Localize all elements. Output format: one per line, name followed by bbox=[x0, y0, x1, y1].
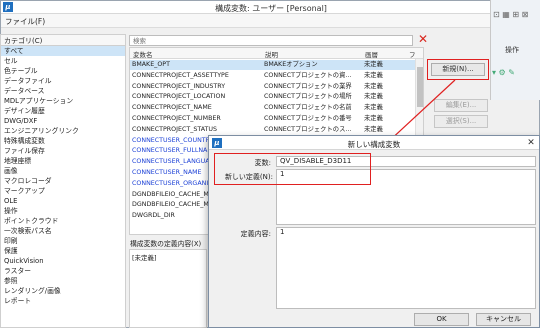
category-item[interactable]: QuickVision bbox=[1, 256, 125, 266]
category-item[interactable]: データファイル bbox=[1, 76, 125, 86]
category-item[interactable]: 地理座標 bbox=[1, 156, 125, 166]
category-item[interactable]: 画像 bbox=[1, 166, 125, 176]
background-toolbar-icon: ▾ ⚙ ✎ bbox=[492, 68, 515, 77]
cell-name: BMAKE_OPT bbox=[132, 61, 170, 68]
cell-level: 未定義 bbox=[364, 115, 383, 122]
select-button[interactable]: 選択(S)... bbox=[434, 115, 488, 128]
edit-button[interactable]: 編集(E)... bbox=[434, 99, 488, 112]
cell-level: 未定義 bbox=[364, 71, 383, 79]
category-item[interactable]: ファイル保存 bbox=[1, 146, 125, 156]
category-item[interactable]: レポート bbox=[1, 296, 125, 306]
table-row[interactable]: CONNECTPROJECT_NUMBER CONNECTプロジェクトの番号 未定義 bbox=[130, 114, 415, 124]
cancel-button[interactable]: キャンセル bbox=[476, 313, 531, 326]
search-input[interactable] bbox=[130, 36, 412, 45]
category-item[interactable]: 保護 bbox=[1, 246, 125, 256]
definition-content-value: 1 bbox=[280, 228, 285, 236]
dialog-title-bar: μ 新しい構成変数 ✕ bbox=[209, 136, 539, 150]
definition-value: [未定義] bbox=[132, 254, 157, 262]
definition-content-label: 定義内容: bbox=[240, 230, 271, 238]
cell-level: 未定義 bbox=[364, 125, 383, 133]
table-row[interactable]: CONNECTPROJECT_INDUSTRY CONNECTプロジェクトの業界 未… bbox=[130, 82, 415, 92]
title-bar: μ 構成変数: ユーザー [Personal] bbox=[1, 1, 540, 14]
category-item[interactable]: ラスター bbox=[1, 266, 125, 276]
category-item[interactable]: MDLアプリケーション bbox=[1, 96, 125, 106]
category-item[interactable]: すべて bbox=[1, 46, 125, 56]
category-item[interactable]: マークアップ bbox=[1, 186, 125, 196]
cell-level: 未定義 bbox=[364, 104, 383, 112]
definition-box: [未定義] bbox=[129, 249, 207, 328]
category-list[interactable]: すべて セル 色テーブル データファイル データベース MDLアプリケーション デザイン履歴… bbox=[0, 46, 126, 328]
table-row[interactable]: CONNECTPROJECT_LOCATION CONNECTプロジェクトの場所 未… bbox=[130, 92, 415, 102]
category-item[interactable]: ポイントクラウド bbox=[1, 216, 125, 226]
cell-level: 未定義 bbox=[364, 61, 383, 68]
category-item[interactable]: 特殊構成変数 bbox=[1, 136, 125, 146]
ok-button[interactable]: OK bbox=[414, 313, 469, 326]
highlight-new-button bbox=[427, 59, 489, 80]
category-item[interactable]: セル bbox=[1, 56, 125, 66]
column-header-extra[interactable]: フ bbox=[409, 49, 416, 59]
category-item[interactable]: デザイン履歴 bbox=[1, 106, 125, 116]
definition-content-field: 1 bbox=[276, 227, 536, 309]
category-item[interactable]: レンダリング/画像 bbox=[1, 286, 125, 296]
category-item[interactable]: 参照 bbox=[1, 276, 125, 286]
cell-name: CONNECTPROJECT_ASSETTYPE bbox=[132, 71, 229, 79]
highlight-input-fields bbox=[214, 153, 371, 185]
background-app-label: 操作 bbox=[505, 46, 519, 54]
cell-name: CONNECTPROJECT_STATUS bbox=[132, 125, 217, 133]
cell-name: CONNECTPROJECT_INDUSTRY bbox=[132, 82, 226, 90]
definition-label: 構成変数の定義内容(X) bbox=[130, 240, 202, 248]
cell-description: CONNECTプロジェクトの資... bbox=[264, 71, 352, 79]
category-item[interactable]: DWG/DXF bbox=[1, 116, 125, 126]
category-item[interactable]: 操作 bbox=[1, 206, 125, 216]
menu-bar: ファイル(F) bbox=[1, 14, 491, 28]
table-row[interactable]: CONNECTPROJECT_ASSETTYPE CONNECTプロジェクトの資.… bbox=[130, 71, 415, 81]
cell-description: BMAKEオプション bbox=[264, 61, 318, 68]
cell-description: CONNECTプロジェクトの番号 bbox=[264, 115, 352, 122]
category-header: カテゴリ(C) bbox=[0, 34, 126, 46]
cell-description: CONNECTプロジェクトの場所 bbox=[264, 93, 352, 101]
cell-level: 未定義 bbox=[364, 93, 383, 101]
column-header-level[interactable]: 画層 bbox=[365, 49, 378, 59]
scrollbar-thumb[interactable] bbox=[417, 67, 423, 107]
cell-description: CONNECTプロジェクトのス... bbox=[264, 125, 352, 133]
cell-description: CONNECTプロジェクトの業界 bbox=[264, 82, 352, 90]
category-item[interactable]: 一次検索パス名 bbox=[1, 226, 125, 236]
column-header-description[interactable]: 説明 bbox=[265, 49, 278, 59]
menu-file[interactable]: ファイル(F) bbox=[5, 16, 45, 27]
table-row[interactable]: BMAKE_OPT BMAKEオプション 未定義 bbox=[130, 60, 415, 70]
close-icon[interactable]: ✕ bbox=[525, 137, 537, 149]
category-item[interactable]: 色テーブル bbox=[1, 66, 125, 76]
category-item[interactable]: データベース bbox=[1, 86, 125, 96]
background-app-icons: ⊡ ▦ ⊞ ⊠ bbox=[493, 10, 529, 19]
table-header: 変数名 説明 画層 フ bbox=[130, 48, 423, 59]
search-box[interactable] bbox=[129, 35, 413, 46]
cell-level: 未定義 bbox=[364, 82, 383, 90]
cell-name: CONNECTPROJECT_LOCATION bbox=[132, 93, 226, 101]
category-item[interactable]: 印刷 bbox=[1, 236, 125, 246]
window-title: 構成変数: ユーザー [Personal] bbox=[215, 4, 327, 13]
category-item[interactable]: エンジニアリングリンク bbox=[1, 126, 125, 136]
new-variable-dialog: μ 新しい構成変数 ✕ 変数: 新しい定義(N): 定義内容: 1 OK キャン… bbox=[208, 135, 540, 328]
column-header-name[interactable]: 変数名 bbox=[133, 49, 153, 59]
table-row[interactable]: CONNECTPROJECT_STATUS CONNECTプロジェクトのス... 未… bbox=[130, 125, 415, 135]
dialog-title: 新しい構成変数 bbox=[347, 140, 401, 149]
category-item[interactable]: OLE bbox=[1, 196, 125, 206]
cell-description: CONNECTプロジェクトの名前 bbox=[264, 104, 352, 112]
category-item[interactable]: マクロレコーダ bbox=[1, 176, 125, 186]
cell-name: CONNECTPROJECT_NAME bbox=[132, 104, 212, 112]
cell-name: CONNECTPROJECT_NUMBER bbox=[132, 115, 221, 122]
clear-search-icon[interactable]: ✕ bbox=[417, 33, 429, 45]
category-header-label: カテゴリ(C) bbox=[4, 37, 43, 45]
table-row[interactable]: CONNECTPROJECT_NAME CONNECTプロジェクトの名前 未定義 bbox=[130, 103, 415, 113]
